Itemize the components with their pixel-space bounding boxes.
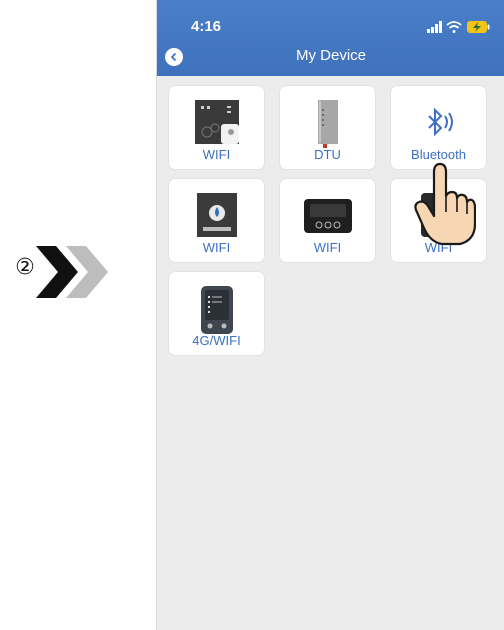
device-label: DTU	[314, 147, 341, 162]
device-label: WIFI	[202, 147, 231, 162]
display-controller-icon	[303, 199, 352, 233]
bluetooth-icon	[427, 107, 453, 137]
status-time: 4:16	[191, 18, 222, 35]
water-controller-icon	[196, 193, 237, 237]
page-title: My Device	[295, 47, 366, 64]
device-card-wifi[interactable]: WIFI	[169, 86, 264, 169]
device-card-4g-wifi[interactable]: 4G/WIFI	[169, 272, 264, 355]
tap-hand-icon	[414, 162, 476, 246]
device-card-wifi[interactable]: WIFI	[169, 179, 264, 262]
dtu-module-icon	[317, 100, 338, 148]
signal-icon	[427, 21, 442, 33]
status-icons	[427, 21, 490, 33]
wifi-icon	[446, 21, 462, 29]
device-card-wifi[interactable]: WIFI	[280, 179, 375, 262]
app-header: 4:16 My Device	[157, 0, 504, 76]
device-card-bluetooth[interactable]: Bluetooth	[391, 86, 486, 169]
4g-controller-icon	[200, 286, 233, 334]
battery-icon	[467, 21, 490, 33]
step-number: ②	[15, 254, 35, 279]
device-label: WIFI	[202, 240, 231, 255]
device-label: Bluetooth	[411, 147, 466, 162]
next-arrow-icon	[36, 246, 108, 298]
device-label: 4G/WIFI	[192, 333, 241, 348]
phone-screen: 4:16 My Device WIFI DTU Bluetooth WIFI W…	[156, 0, 504, 630]
control-panel-icon	[194, 100, 239, 144]
device-label: WIFI	[313, 240, 342, 255]
device-card-dtu[interactable]: DTU	[280, 86, 375, 169]
